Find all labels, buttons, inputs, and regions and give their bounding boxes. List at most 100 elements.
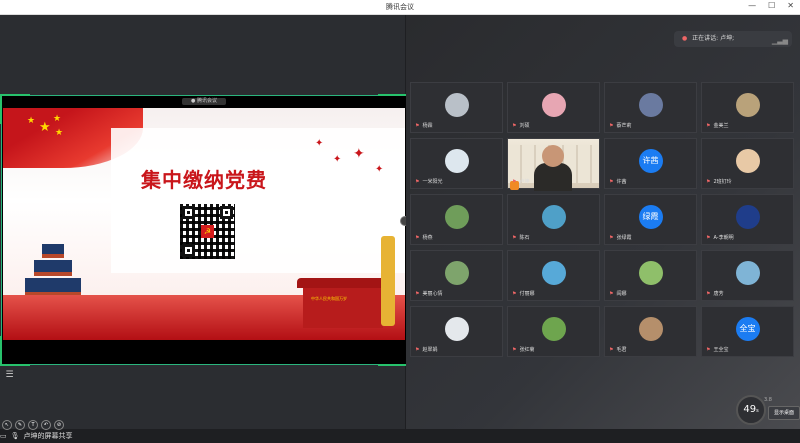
participant-tile[interactable]: 一米阳光 (410, 138, 503, 189)
avatar: 许茜 (638, 149, 663, 173)
participant-name: 2班钉玲 (706, 178, 731, 185)
frame-corner (378, 336, 408, 366)
speaking-indicator: ● 正在讲话: 卢坤; ▁▃▅ (674, 31, 792, 47)
close-button[interactable]: ✕ (787, 1, 794, 10)
avatar (735, 261, 760, 285)
screen-icon: ▭ (0, 432, 7, 440)
participant-tile[interactable]: 付丽娜 (507, 250, 600, 301)
avatar (638, 317, 663, 341)
participant-tile[interactable]: 陈石 (507, 194, 600, 245)
screen-share-panel: ● 腾讯会议 ★ ★ ★ ★ 集中缴纳党费 ✦ ✦ ✦ ✦ ☭ 中华人民共和国万… (0, 15, 410, 440)
participant-tile[interactable]: 金美兰 (701, 82, 794, 133)
participant-tile[interactable]: 阎娜 (604, 250, 697, 301)
participant-name: 张绿霞 (609, 234, 631, 241)
participant-name: 王全宝 (706, 346, 728, 353)
speaking-label: 正在讲话: 卢坤; (692, 35, 735, 42)
avatar (638, 93, 663, 117)
ornamental-column-graphic (381, 236, 395, 326)
presenter-bar: ▭ 🎙 卢坤的屏幕共享 (0, 429, 73, 443)
timer-value: 49 (743, 404, 757, 415)
participant-tile[interactable]: 卢坤 (507, 138, 600, 191)
participant-name: 杨燕 (415, 234, 432, 241)
dove-icon: ✦ (315, 138, 324, 149)
avatar (735, 93, 760, 117)
participant-tile[interactable]: A-李朝明 (701, 194, 794, 245)
participant-name: 付丽娜 (512, 290, 534, 297)
participant-grid: 杨霖刘硕蔡芒莉金美兰一米阳光卢坤许茜许茜2班钉玲杨燕陈石绿霞张绿霞A-李朝明美丽… (410, 82, 794, 357)
participant-name: A-李朝明 (706, 234, 733, 241)
participant-name: 刘硕 (512, 122, 529, 129)
participant-tile[interactable]: 2班钉玲 (701, 138, 794, 189)
timer-unit: s (756, 408, 759, 414)
mic-icon: 🎙 (10, 432, 20, 440)
title-bar: 腾讯会议 — ☐ ✕ (0, 0, 800, 15)
star-icon: ★ (53, 114, 62, 124)
participant-tile[interactable]: 全宝王全宝 (701, 306, 794, 357)
participant-name: 阎娜 (609, 290, 626, 297)
avatar (638, 261, 663, 285)
avatar (541, 261, 566, 285)
avatar: 绿霞 (638, 205, 663, 229)
avatar (444, 317, 469, 341)
participant-panel: ● 正在讲话: 卢坤; ▁▃▅ 杨霖刘硕蔡芒莉金美兰一米阳光卢坤许茜许茜2班钉玲… (406, 15, 800, 429)
avatar (444, 261, 469, 285)
minimize-button[interactable]: — (748, 1, 756, 10)
window-title: 腾讯会议 (386, 3, 414, 11)
participant-name: 张红菊 (512, 346, 534, 353)
participant-tile[interactable]: 张红菊 (507, 306, 600, 357)
participant-tile[interactable]: 唐芳 (701, 250, 794, 301)
avatar (541, 317, 566, 341)
show-desktop-button[interactable]: 显示桌面 (768, 406, 800, 420)
avatar (444, 205, 469, 229)
volume-waves-icon: ▁▃▅ (771, 37, 788, 45)
qr-code: ☭ (180, 204, 235, 259)
avatar (541, 205, 566, 229)
presenter-label: 卢坤的屏幕共享 (23, 432, 73, 440)
participant-name: 许茜 (609, 178, 626, 185)
maximize-button[interactable]: ☐ (768, 1, 775, 10)
slide-title: 集中缴纳党费 (141, 168, 267, 192)
participant-tile[interactable]: 杨霖 (410, 82, 503, 133)
participant-tile[interactable]: 许茜许茜 (604, 138, 697, 189)
participant-tile[interactable]: 绿霞张绿霞 (604, 194, 697, 245)
participant-tile[interactable]: 毛君 (604, 306, 697, 357)
avatar (735, 149, 760, 173)
star-icon: ★ (39, 120, 51, 135)
party-emblem-icon: ☭ (201, 225, 214, 238)
dove-icon: ✦ (333, 154, 342, 165)
list-menu-icon[interactable]: ☰ (4, 370, 15, 381)
star-icon: ★ (55, 128, 64, 138)
participant-name: 杨霖 (415, 122, 432, 129)
participant-tile[interactable]: 美丽心情 (410, 250, 503, 301)
participant-name: 金美兰 (706, 122, 728, 129)
presentation-slide: ★ ★ ★ ★ 集中缴纳党费 ✦ ✦ ✦ ✦ ☭ 中华人民共和国万岁 (3, 108, 405, 340)
network-stat: 3.8 (764, 397, 772, 403)
avatar (444, 149, 469, 173)
participant-name: 陈石 (512, 234, 529, 241)
avatar: 全宝 (735, 317, 760, 341)
participant-name: 唐芳 (706, 290, 723, 297)
participant-name: 赵翠娟 (415, 346, 437, 353)
mic-icon: ● (682, 35, 688, 42)
avatar (444, 93, 469, 117)
participant-name: 美丽心情 (415, 290, 442, 297)
participant-name: 蔡芒莉 (609, 122, 631, 129)
frame-corner (0, 336, 30, 366)
participant-tile[interactable]: 赵翠娟 (410, 306, 503, 357)
star-icon: ★ (27, 116, 36, 126)
tiananmen-graphic: 中华人民共和国万岁 (297, 278, 389, 328)
timer-badge[interactable]: 49s (736, 395, 766, 425)
banner-text: 中华人民共和国万岁 (311, 296, 347, 301)
participant-tile[interactable]: 刘硕 (507, 82, 600, 133)
participant-tile[interactable]: 蔡芒莉 (604, 82, 697, 133)
dove-icon: ✦ (375, 164, 384, 175)
avatar (541, 93, 566, 117)
shared-screen[interactable]: ● 腾讯会议 ★ ★ ★ ★ 集中缴纳党费 ✦ ✦ ✦ ✦ ☭ 中华人民共和国万… (0, 94, 410, 430)
participant-tile[interactable]: 杨燕 (410, 194, 503, 245)
participant-name: 卢坤 (512, 178, 529, 185)
sharer-tag: ● 腾讯会议 (182, 98, 226, 105)
dove-icon: ✦ (353, 146, 365, 162)
participant-name: 毛君 (609, 346, 626, 353)
participant-name: 一米阳光 (415, 178, 442, 185)
avatar (735, 205, 760, 229)
